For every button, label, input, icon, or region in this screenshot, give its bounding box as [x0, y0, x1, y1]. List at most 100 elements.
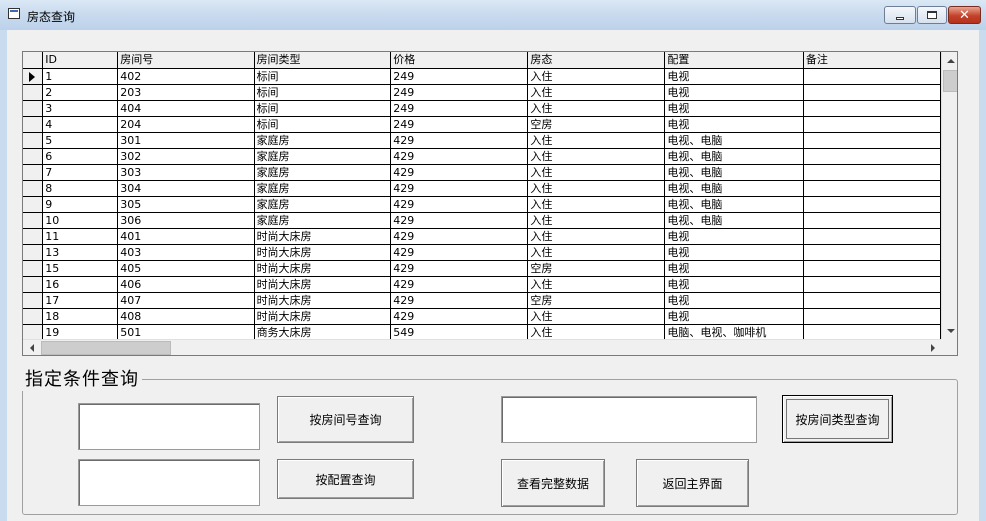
cell-price[interactable]: 429 [390, 212, 529, 229]
row-selector[interactable] [23, 276, 44, 293]
table-row[interactable]: 10 306 家庭房 429 入住 电视、电脑 [23, 212, 941, 229]
cell-room-type[interactable]: 标间 [254, 116, 392, 133]
cell-room-type[interactable]: 时尚大床房 [254, 276, 392, 293]
cell-price[interactable]: 429 [390, 308, 529, 325]
cell-config[interactable]: 电视、电脑 [664, 196, 804, 213]
cell-status[interactable]: 入住 [527, 212, 666, 229]
cell-price[interactable]: 429 [390, 180, 529, 197]
cell-price[interactable]: 249 [390, 100, 529, 117]
cell-config[interactable]: 电视、电脑 [664, 212, 804, 229]
cell-price[interactable]: 429 [390, 164, 529, 181]
cell-status[interactable]: 空房 [527, 260, 666, 277]
cell-config[interactable]: 电视 [664, 308, 804, 325]
cell-status[interactable]: 入住 [527, 84, 666, 101]
cell-price[interactable]: 429 [390, 148, 529, 165]
cell-price[interactable]: 429 [390, 292, 529, 309]
column-header-room-type[interactable]: 房间类型 [254, 52, 392, 69]
cell-status[interactable]: 入住 [527, 132, 666, 149]
cell-status[interactable]: 入住 [527, 244, 666, 261]
cell-config[interactable]: 电脑、电视、咖啡机 [664, 324, 804, 339]
cell-room-number[interactable]: 305 [117, 196, 255, 213]
cell-config[interactable]: 电视 [664, 84, 804, 101]
cell-status[interactable]: 入住 [527, 228, 666, 245]
cell-status[interactable]: 入住 [527, 164, 666, 181]
cell-remark[interactable] [803, 244, 941, 261]
cell-status[interactable]: 入住 [527, 148, 666, 165]
row-selector[interactable] [23, 308, 44, 325]
horizontal-scroll-thumb[interactable] [41, 341, 171, 355]
scroll-right-button[interactable] [924, 340, 941, 355]
cell-price[interactable]: 429 [390, 260, 529, 277]
cell-id[interactable]: 6 [42, 148, 119, 165]
table-row[interactable]: 15 405 时尚大床房 429 空房 电视 [23, 260, 941, 277]
cell-room-type[interactable]: 商务大床房 [254, 324, 392, 339]
cell-room-type[interactable]: 家庭房 [254, 180, 392, 197]
cell-room-type[interactable]: 时尚大床房 [254, 228, 392, 245]
horizontal-scrollbar[interactable] [23, 339, 941, 355]
cell-remark[interactable] [803, 116, 941, 133]
cell-price[interactable]: 549 [390, 324, 529, 339]
column-header-room-number[interactable]: 房间号 [117, 52, 255, 69]
table-row[interactable]: 19 501 商务大床房 549 入住 电脑、电视、咖啡机 [23, 324, 941, 339]
cell-config[interactable]: 电视 [664, 100, 804, 117]
cell-remark[interactable] [803, 228, 941, 245]
cell-room-number[interactable]: 405 [117, 260, 255, 277]
cell-id[interactable]: 1 [42, 68, 119, 85]
cell-room-type[interactable]: 家庭房 [254, 196, 392, 213]
cell-room-number[interactable]: 303 [117, 164, 255, 181]
column-header-config[interactable]: 配置 [664, 52, 804, 69]
table-row[interactable]: 13 403 时尚大床房 429 入住 电视 [23, 244, 941, 261]
cell-remark[interactable] [803, 68, 941, 85]
table-row[interactable]: 2 203 标间 249 入住 电视 [23, 84, 941, 101]
table-row[interactable]: 17 407 时尚大床房 429 空房 电视 [23, 292, 941, 309]
cell-remark[interactable] [803, 212, 941, 229]
room-status-grid[interactable]: ID 房间号 房间类型 价格 房态 配置 备注 1 402 标间 249 入住 电视 2 20… [22, 51, 958, 356]
cell-room-type[interactable]: 时尚大床房 [254, 308, 392, 325]
row-selector[interactable] [23, 260, 44, 277]
cell-remark[interactable] [803, 132, 941, 149]
cell-remark[interactable] [803, 276, 941, 293]
cell-remark[interactable] [803, 164, 941, 181]
cell-price[interactable]: 429 [390, 276, 529, 293]
cell-remark[interactable] [803, 148, 941, 165]
cell-id[interactable]: 8 [42, 180, 119, 197]
row-selector[interactable] [23, 244, 44, 261]
row-selector[interactable] [23, 228, 44, 245]
cell-remark[interactable] [803, 260, 941, 277]
cell-config[interactable]: 电视、电脑 [664, 164, 804, 181]
cell-remark[interactable] [803, 84, 941, 101]
column-header-price[interactable]: 价格 [390, 52, 529, 69]
row-selector[interactable] [23, 292, 44, 309]
cell-remark[interactable] [803, 180, 941, 197]
search-by-config-button[interactable]: 按配置查询 [277, 459, 414, 499]
cell-room-number[interactable]: 404 [117, 100, 255, 117]
cell-id[interactable]: 2 [42, 84, 119, 101]
cell-id[interactable]: 5 [42, 132, 119, 149]
cell-room-number[interactable]: 406 [117, 276, 255, 293]
cell-id[interactable]: 7 [42, 164, 119, 181]
cell-status[interactable]: 入住 [527, 324, 666, 339]
row-selector[interactable] [23, 116, 44, 133]
cell-room-type[interactable]: 家庭房 [254, 148, 392, 165]
cell-remark[interactable] [803, 308, 941, 325]
cell-room-number[interactable]: 401 [117, 228, 255, 245]
room-number-input[interactable] [78, 403, 260, 450]
cell-status[interactable]: 入住 [527, 100, 666, 117]
cell-config[interactable]: 电视 [664, 292, 804, 309]
row-selector[interactable] [23, 324, 44, 339]
cell-price[interactable]: 429 [390, 228, 529, 245]
cell-config[interactable]: 电视 [664, 228, 804, 245]
column-header-id[interactable]: ID [42, 52, 119, 69]
table-row[interactable]: 3 404 标间 249 入住 电视 [23, 100, 941, 117]
cell-id[interactable]: 17 [42, 292, 119, 309]
cell-room-type[interactable]: 标间 [254, 100, 392, 117]
table-row[interactable]: 11 401 时尚大床房 429 入住 电视 [23, 228, 941, 245]
cell-remark[interactable] [803, 100, 941, 117]
cell-id[interactable]: 13 [42, 244, 119, 261]
cell-config[interactable]: 电视、电脑 [664, 148, 804, 165]
cell-room-type[interactable]: 时尚大床房 [254, 244, 392, 261]
row-selector[interactable] [23, 180, 44, 197]
cell-config[interactable]: 电视 [664, 244, 804, 261]
cell-id[interactable]: 4 [42, 116, 119, 133]
scroll-up-button[interactable] [942, 52, 957, 69]
